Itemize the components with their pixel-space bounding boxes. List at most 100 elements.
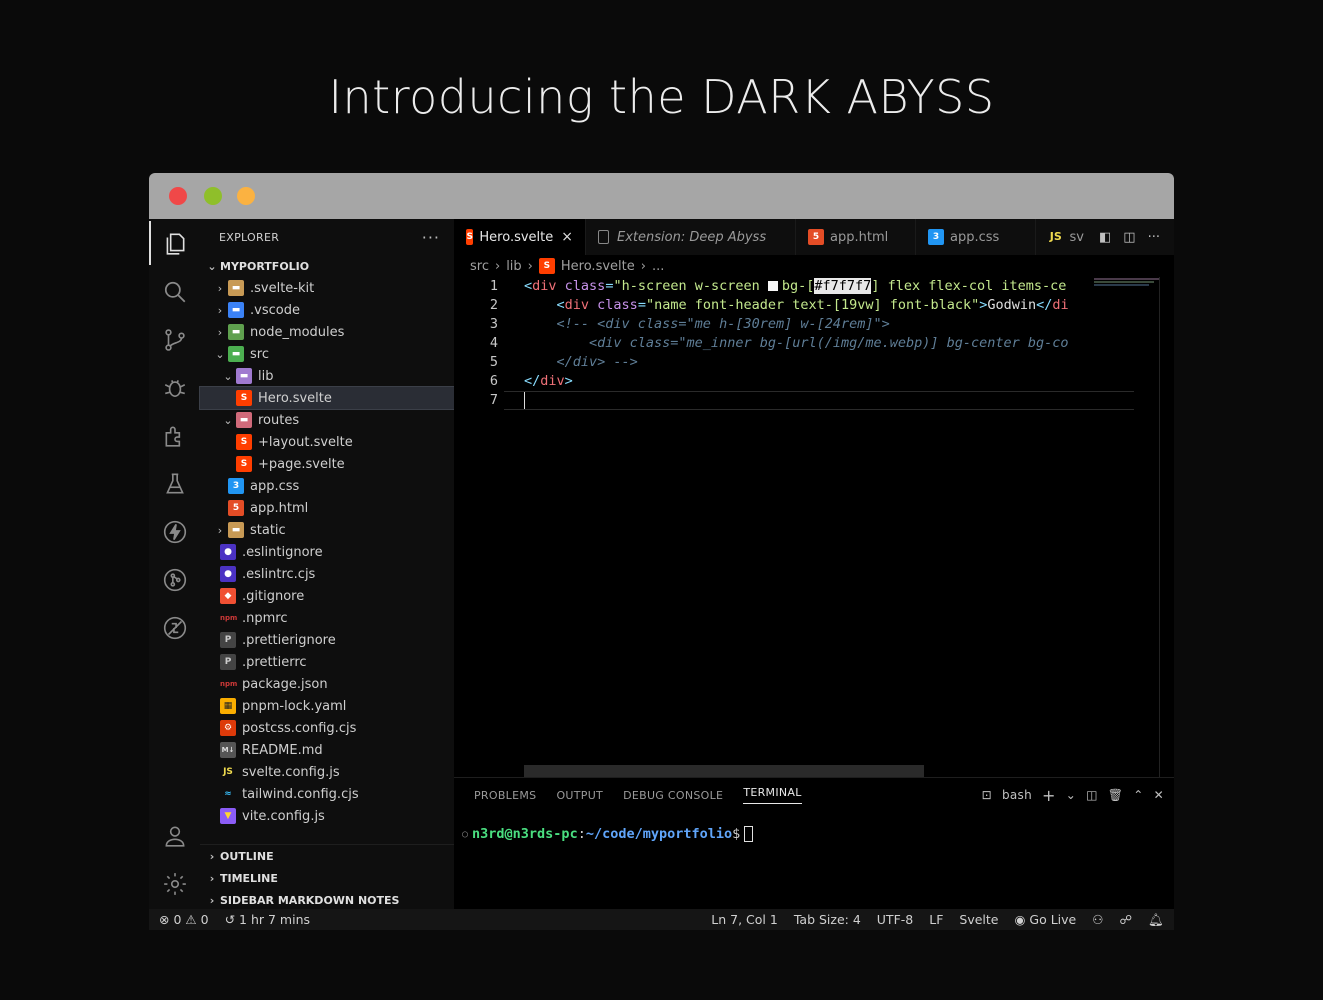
- folder-item[interactable]: ⌄ ▬ src: [200, 343, 454, 365]
- svelte-icon: S: [236, 456, 252, 472]
- bell-icon[interactable]: 🔔︎: [1148, 912, 1164, 928]
- folder-item[interactable]: › ▬ .vscode: [200, 299, 454, 321]
- file-item[interactable]: S Hero.svelte: [199, 386, 455, 410]
- search-icon[interactable]: [161, 278, 189, 306]
- remote-icon[interactable]: [161, 614, 189, 642]
- color-swatch[interactable]: [767, 281, 778, 291]
- account-icon[interactable]: [161, 822, 189, 850]
- breadcrumb-item[interactable]: src: [470, 259, 489, 274]
- file-item[interactable]: P .prettierrc: [200, 651, 454, 673]
- add-terminal-icon[interactable]: +: [1042, 786, 1056, 805]
- split-terminal-icon[interactable]: ◫: [1086, 788, 1098, 802]
- code-text: </div>: [524, 373, 573, 389]
- line-ending[interactable]: LF: [929, 912, 943, 927]
- tab-problems[interactable]: PROBLEMS: [474, 789, 536, 802]
- file-item[interactable]: ⚙ postcss.config.cjs: [200, 717, 454, 739]
- settings-gear-icon[interactable]: [161, 870, 189, 898]
- open-preview-icon[interactable]: ◧: [1099, 230, 1111, 245]
- language-mode[interactable]: Svelte: [959, 912, 998, 927]
- file-item[interactable]: 5 app.html: [200, 497, 454, 519]
- file-item[interactable]: M↓ README.md: [200, 739, 454, 761]
- source-control-icon[interactable]: [161, 326, 189, 354]
- folder-item[interactable]: › ▬ node_modules: [200, 321, 454, 343]
- maximize-window-button[interactable]: [237, 187, 255, 205]
- tab-extension-deep-abyss[interactable]: Extension: Deep Abyss: [586, 219, 796, 255]
- npm-icon: npm: [220, 614, 238, 622]
- tab-debug-console[interactable]: DEBUG CONSOLE: [623, 789, 723, 802]
- file-item[interactable]: JS svelte.config.js: [200, 761, 454, 783]
- folder-lib-icon: ▬: [236, 368, 252, 384]
- feedback-icon[interactable]: ☍: [1119, 912, 1132, 927]
- trash-icon[interactable]: 🗑: [1108, 788, 1124, 802]
- breadcrumb-item[interactable]: ...: [652, 259, 664, 274]
- tree-item-label: package.json: [242, 676, 328, 692]
- copilot-icon[interactable]: ⚇: [1092, 912, 1103, 927]
- chevron-down-icon: ⌄: [223, 369, 233, 383]
- tab-terminal[interactable]: TERMINAL: [743, 786, 802, 804]
- folder-item[interactable]: ⌄ ▬ routes: [200, 409, 454, 431]
- tab-size[interactable]: Tab Size: 4: [794, 912, 861, 927]
- outline-section[interactable]: › OUTLINE: [200, 845, 454, 867]
- files-icon[interactable]: [161, 230, 189, 258]
- minimap[interactable]: [1094, 277, 1164, 297]
- folder-item[interactable]: › ▬ static: [200, 519, 454, 541]
- time-tracker[interactable]: ↺ 1 hr 7 mins: [225, 912, 310, 927]
- testing-icon[interactable]: [161, 470, 189, 498]
- shell-name[interactable]: bash: [1002, 788, 1032, 802]
- tab-app-css[interactable]: 3 app.css: [916, 219, 1036, 255]
- file-item[interactable]: S +layout.svelte: [200, 431, 454, 453]
- terminal-cursor: [744, 826, 754, 842]
- tree-item-label: vite.config.js: [242, 808, 325, 824]
- file-item[interactable]: 3 app.css: [200, 475, 454, 497]
- timeline-section[interactable]: › TIMELINE: [200, 867, 454, 889]
- close-icon[interactable]: ×: [561, 229, 573, 245]
- file-item[interactable]: ◆ .gitignore: [200, 585, 454, 607]
- go-live-button[interactable]: ◉ Go Live: [1014, 912, 1076, 927]
- file-item[interactable]: P .prettierignore: [200, 629, 454, 651]
- file-item[interactable]: ● .eslintrc.cjs: [200, 563, 454, 585]
- sidebar-sections: › OUTLINE › TIMELINE › SIDEBAR MARKDOWN …: [200, 844, 454, 911]
- breadcrumb-item[interactable]: lib: [506, 259, 521, 274]
- extensions-icon[interactable]: [161, 422, 189, 450]
- file-item[interactable]: S +page.svelte: [200, 453, 454, 475]
- cursor-position[interactable]: Ln 7, Col 1: [711, 912, 778, 927]
- file-item[interactable]: ▼ vite.config.js: [200, 805, 454, 827]
- file-item[interactable]: ● .eslintignore: [200, 541, 454, 563]
- file-item[interactable]: ≈ tailwind.config.cjs: [200, 783, 454, 805]
- npm-icon: npm: [220, 680, 238, 688]
- folder-item[interactable]: › ▬ .svelte-kit: [200, 277, 454, 299]
- tab-hero-svelte[interactable]: S Hero.svelte ×: [454, 219, 586, 255]
- folder-icon: ▬: [228, 522, 244, 538]
- project-root[interactable]: ⌄ MYPORTFOLIO: [200, 255, 454, 277]
- warning-icon: ⚠: [185, 912, 197, 927]
- tab-output[interactable]: OUTPUT: [556, 789, 603, 802]
- breadcrumb-item[interactable]: Hero.svelte: [561, 259, 635, 274]
- lightning-icon[interactable]: [161, 518, 189, 546]
- code-editor[interactable]: 1 <div class="h-screen w-screen bg-[#f7f…: [454, 277, 1174, 777]
- horizontal-scrollbar[interactable]: [524, 765, 924, 777]
- code-text: <!-- <div class="me h-[30rem] w-[24rem]"…: [524, 316, 890, 332]
- chevron-right-icon: ›: [494, 258, 501, 274]
- file-item[interactable]: ▦ pnpm-lock.yaml: [200, 695, 454, 717]
- status-bar: ⊗ 0 ⚠ 0 ↺ 1 hr 7 mins Ln 7, Col 1 Tab Si…: [149, 909, 1174, 930]
- maximize-panel-icon[interactable]: ⌃: [1133, 788, 1143, 802]
- folder-item[interactable]: ⌄ ▬ lib: [200, 365, 454, 387]
- markdown-notes-section[interactable]: › SIDEBAR MARKDOWN NOTES: [200, 889, 454, 911]
- tab-app-html[interactable]: 5 app.html: [796, 219, 916, 255]
- split-editor-icon[interactable]: ◫: [1123, 230, 1135, 245]
- minimize-window-button[interactable]: [204, 187, 222, 205]
- more-actions-icon[interactable]: ···: [1148, 230, 1160, 245]
- file-item[interactable]: npm .npmrc: [200, 607, 454, 629]
- vertical-scrollbar[interactable]: [1159, 277, 1160, 777]
- git-graph-icon[interactable]: [161, 566, 189, 594]
- chevron-down-icon[interactable]: ⌄: [1066, 788, 1076, 802]
- debug-icon[interactable]: [161, 374, 189, 402]
- time-label: 1 hr 7 mins: [239, 912, 311, 927]
- more-actions-icon[interactable]: ···: [422, 228, 440, 247]
- problems-status[interactable]: ⊗ 0 ⚠ 0: [159, 912, 209, 927]
- encoding[interactable]: UTF-8: [877, 912, 913, 927]
- close-panel-icon[interactable]: ✕: [1154, 788, 1164, 802]
- file-item[interactable]: npm package.json: [200, 673, 454, 695]
- terminal-prompt[interactable]: ○ n3rd@n3rds-pc : ~/code/myportfolio $: [454, 826, 1174, 842]
- close-window-button[interactable]: [169, 187, 187, 205]
